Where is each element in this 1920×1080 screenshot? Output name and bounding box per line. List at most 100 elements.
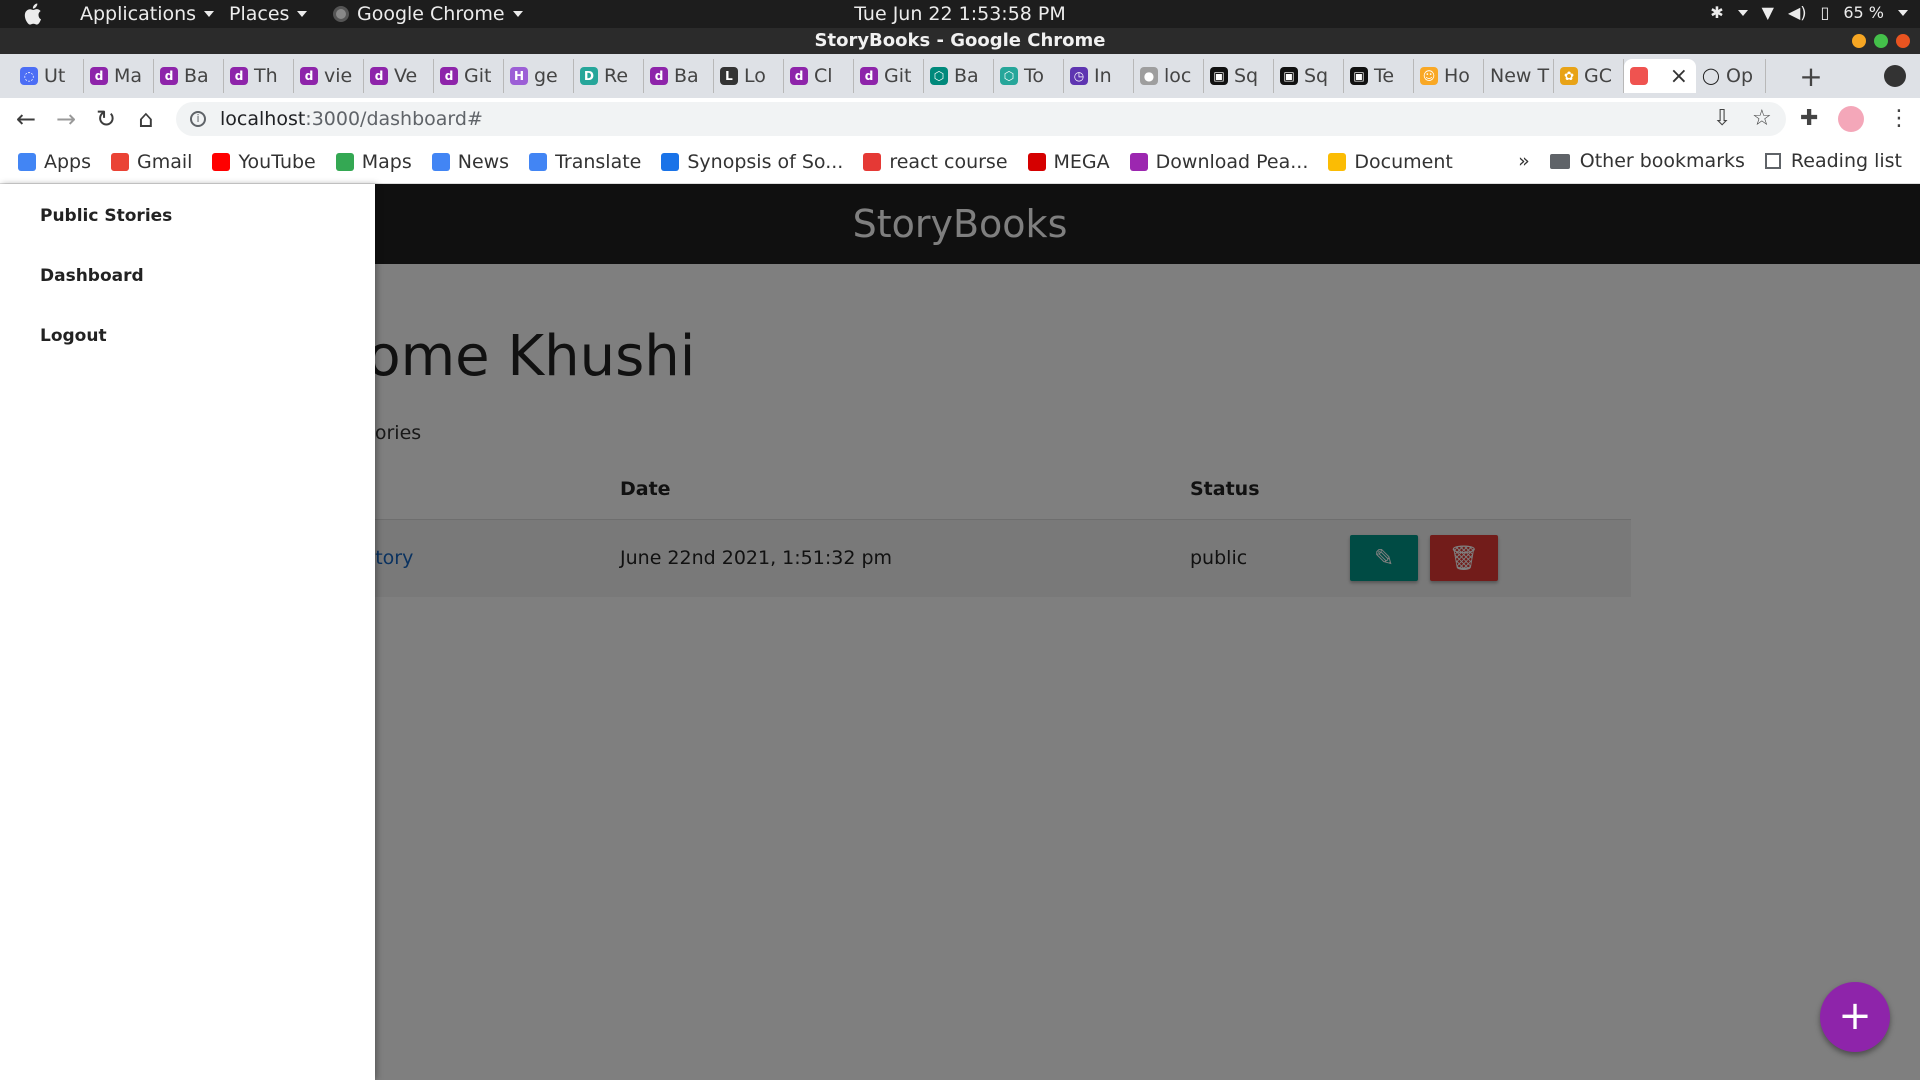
tab-github[interactable]: ◯ Op xyxy=(1696,59,1766,93)
bookmark-item[interactable]: Document xyxy=(1328,151,1453,173)
bookmarks-bar: Apps Gmail YouTube Maps News Translate Synopsi… xyxy=(0,140,1920,184)
bookmark-label: Synopsis of So... xyxy=(687,150,844,173)
tab-label: Ba xyxy=(954,65,979,87)
system-tray[interactable]: ✱ ▼ ◀) ▯ 65 % xyxy=(1710,3,1908,22)
bookmark-item[interactable]: News xyxy=(431,150,510,173)
chrome-menu-icon[interactable]: ⋮ xyxy=(1888,106,1910,131)
install-app-icon[interactable]: ⇩ xyxy=(1713,106,1731,131)
tab-search-icon[interactable] xyxy=(1884,65,1906,87)
bookmark-item[interactable]: Translate xyxy=(529,151,641,173)
minimize-button[interactable] xyxy=(1852,34,1866,48)
bookmark-item[interactable]: YouTube xyxy=(212,150,316,173)
browser-tab[interactable]: ✿ GC xyxy=(1554,59,1624,93)
sidenav-public-stories[interactable]: Public Stories xyxy=(0,186,375,246)
tab-label: GC xyxy=(1584,65,1612,87)
reading-list-icon xyxy=(1764,153,1781,169)
browser-tab[interactable]: New T xyxy=(1484,59,1554,93)
bookmark-item[interactable]: Maps xyxy=(335,150,412,173)
browser-tab[interactable]: L Lo xyxy=(714,59,784,93)
url-host: localhost xyxy=(220,108,306,130)
clock[interactable]: Tue Jun 22 1:53:58 PM xyxy=(0,3,1920,25)
forward-arrow-icon[interactable]: → xyxy=(46,105,86,133)
browser-tab[interactable]: ☺ Ho xyxy=(1414,59,1484,93)
browser-tab[interactable]: ◷ In xyxy=(1064,59,1134,93)
home-icon[interactable]: ⌂ xyxy=(126,105,166,133)
bookmark-favicon-icon xyxy=(212,152,231,171)
bookmark-item[interactable]: Synopsis of So... xyxy=(661,151,843,173)
maximize-button[interactable] xyxy=(1874,34,1888,48)
bookmark-label: Gmail xyxy=(137,150,193,173)
tab-label: Lo xyxy=(744,65,766,87)
tab-label: Git xyxy=(464,65,492,87)
bookmark-item[interactable]: Download Pea... xyxy=(1129,151,1308,173)
sidenav-dashboard[interactable]: Dashboard xyxy=(0,246,375,306)
other-bookmarks[interactable]: Other bookmarks xyxy=(1549,150,1745,172)
tab-label: Cl xyxy=(814,65,833,87)
bookmark-label: react course xyxy=(889,150,1008,173)
bookmark-star-icon[interactable]: ☆ xyxy=(1752,106,1772,131)
bookmark-label: Apps xyxy=(44,150,92,173)
reload-icon[interactable]: ↻ xyxy=(86,105,126,133)
browser-tab[interactable]: d Ve xyxy=(364,59,434,93)
tab-label: vie xyxy=(324,65,353,87)
tab-active[interactable]: × xyxy=(1624,59,1696,93)
tab-strip: ◌ Ut d Ma d Ba d Th d vie d Ve d Git Hge D Re d Ba L Lo d Cl d G… xyxy=(0,54,1920,98)
browser-tab[interactable]: ◌ Ut xyxy=(14,59,84,93)
volume-icon: ◀) xyxy=(1787,3,1807,22)
browser-tab[interactable]: ● loc xyxy=(1134,59,1204,93)
tab-label: Sq xyxy=(1304,65,1329,87)
browser-tab[interactable]: ⬡ Ba xyxy=(924,59,994,93)
new-tab-button[interactable]: + xyxy=(1796,60,1826,93)
bookmark-label: MEGA xyxy=(1053,150,1110,173)
tab-label: Re xyxy=(604,65,629,87)
bookmark-item[interactable]: Gmail xyxy=(111,151,192,173)
browser-tab[interactable]: d Th xyxy=(224,59,294,93)
bookmark-item[interactable]: MEGA xyxy=(1027,150,1110,173)
back-arrow-icon[interactable]: ← xyxy=(6,105,46,133)
browser-tab[interactable]: d Git xyxy=(854,59,924,93)
browser-tab[interactable]: ▣ Sq xyxy=(1274,59,1344,93)
tab-label: loc xyxy=(1164,65,1192,87)
close-window-button[interactable] xyxy=(1896,34,1910,48)
bookmark-item[interactable]: Apps xyxy=(18,151,91,173)
tab-favicon-icon: ⬡ xyxy=(930,67,948,85)
tab-close-icon[interactable]: × xyxy=(1670,64,1688,89)
browser-tab[interactable]: d Git xyxy=(434,59,504,93)
tab-favicon-icon: d xyxy=(230,67,248,85)
github-icon: ◯ xyxy=(1702,66,1720,85)
bookmark-favicon-icon xyxy=(335,152,354,171)
folder-icon xyxy=(1549,153,1570,169)
tab-label: Ve xyxy=(394,65,418,87)
sidenav-logout[interactable]: Logout xyxy=(0,306,375,366)
tab-favicon-icon: d xyxy=(370,67,388,85)
bookmark-label: News xyxy=(457,150,510,173)
browser-tab[interactable]: d Ba xyxy=(644,59,714,93)
bookmark-favicon-icon xyxy=(863,152,882,171)
wifi-icon: ▼ xyxy=(1761,3,1774,22)
bookmark-item[interactable]: react course xyxy=(863,150,1008,173)
reading-list[interactable]: Reading list xyxy=(1764,150,1902,172)
browser-tab[interactable]: d Cl xyxy=(784,59,854,93)
add-story-button[interactable]: + xyxy=(1820,982,1890,1052)
browser-tab[interactable]: D Re xyxy=(574,59,644,93)
bookmark-favicon-icon xyxy=(1027,152,1046,171)
profile-avatar[interactable] xyxy=(1838,106,1864,132)
tab-label: Ut xyxy=(44,65,66,87)
browser-tab[interactable]: ▣ Te xyxy=(1344,59,1414,93)
bookmark-label: Maps xyxy=(361,150,412,173)
bookmarks-overflow-icon[interactable]: » xyxy=(1518,150,1530,172)
site-info-icon[interactable]: i xyxy=(190,111,206,127)
tab-label: ge xyxy=(534,65,558,87)
bookmark-label: YouTube xyxy=(238,150,316,173)
extensions-icon[interactable]: ✚ xyxy=(1800,106,1818,131)
browser-tab[interactable]: Hge xyxy=(504,59,574,93)
browser-tab[interactable]: d Ma xyxy=(84,59,154,93)
browser-tab[interactable]: d vie xyxy=(294,59,364,93)
address-bar[interactable]: i localhost:3000/dashboard# xyxy=(176,102,1786,136)
bookmark-label: Translate xyxy=(555,150,642,173)
tab-favicon-icon: ◌ xyxy=(20,67,38,85)
browser-tab[interactable]: ⬡ To xyxy=(994,59,1064,93)
browser-tab[interactable]: d Ba xyxy=(154,59,224,93)
browser-tab[interactable]: ▣ Sq xyxy=(1204,59,1274,93)
tab-favicon-icon: ◷ xyxy=(1070,67,1088,85)
